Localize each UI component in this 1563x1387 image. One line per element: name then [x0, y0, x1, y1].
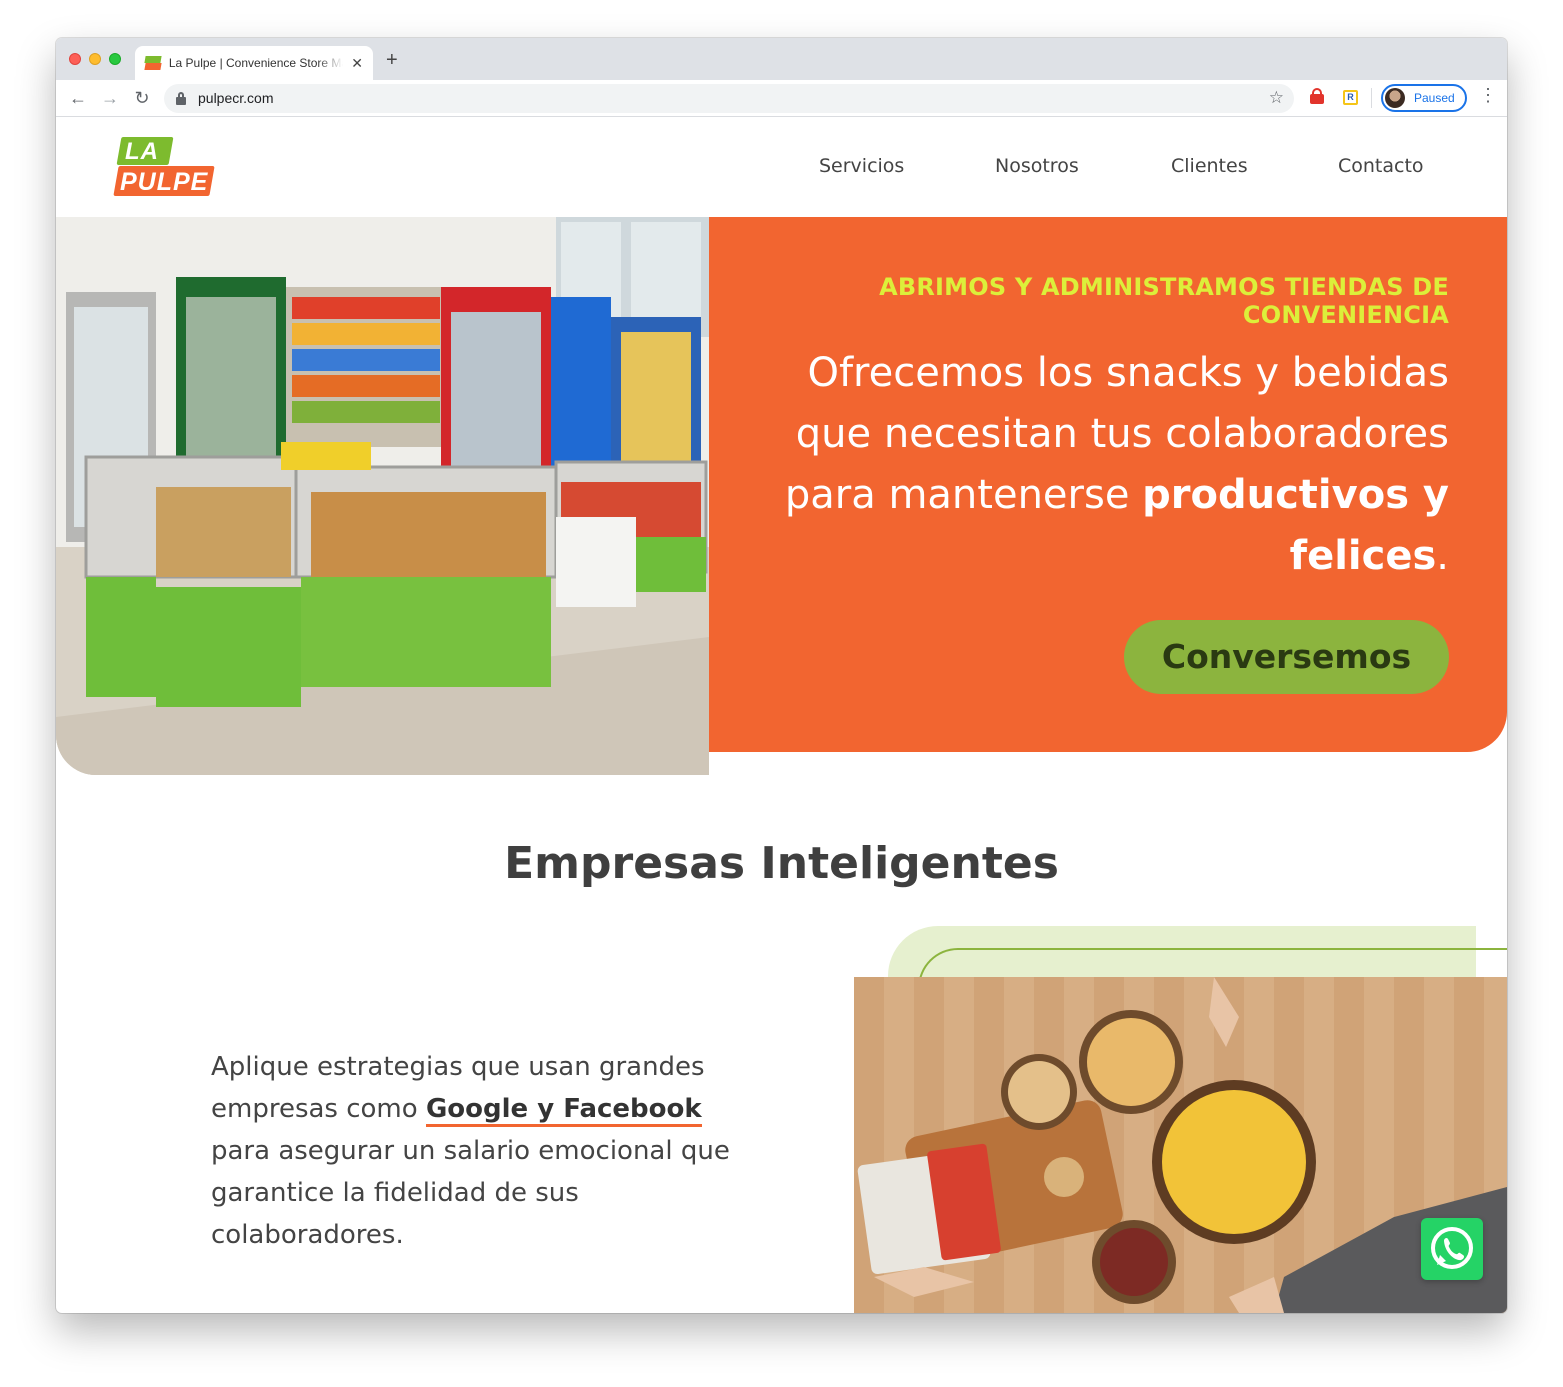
hero-headline-emphasis: productivos y felices: [1142, 472, 1449, 579]
section-title: Empresas Inteligentes: [504, 838, 1059, 889]
new-tab-button[interactable]: +: [386, 50, 398, 70]
nav-link-servicios[interactable]: Servicios: [819, 155, 904, 177]
avatar: [1385, 88, 1405, 108]
toolbar-divider: [1371, 88, 1372, 108]
conversemos-button[interactable]: Conversemos: [1124, 620, 1449, 694]
profile-button[interactable]: Paused: [1381, 84, 1467, 112]
favicon-icon: [145, 56, 161, 70]
nav-link-clientes[interactable]: Clientes: [1171, 155, 1248, 177]
hero-store-photo: [56, 217, 709, 775]
hero-kicker: ABRIMOS Y ADMINISTRAMOS TIENDAS DE CONVE…: [879, 273, 1449, 329]
highlight-google-facebook: Google y Facebook: [425, 1094, 702, 1127]
nav-link-nosotros[interactable]: Nosotros: [995, 155, 1079, 177]
minimize-window-button[interactable]: [89, 53, 101, 65]
forward-arrow-icon[interactable]: →: [98, 87, 122, 109]
tab-close-icon[interactable]: ✕: [351, 56, 363, 70]
tab-title: La Pulpe | Convenience Store Ma: [168, 56, 344, 70]
whatsapp-icon: [1431, 1227, 1473, 1269]
zoom-window-button[interactable]: [109, 53, 121, 65]
hero-panel: ABRIMOS Y ADMINISTRAMOS TIENDAS DE CONVE…: [709, 217, 1507, 752]
browser-tab[interactable]: La Pulpe | Convenience Store Ma ✕: [135, 46, 373, 80]
back-arrow-icon[interactable]: ←: [66, 87, 90, 109]
lock-icon: [176, 92, 186, 105]
profile-status: Paused: [1414, 91, 1455, 105]
browser-toolbar: ← → ↻ pulpecr.com ☆: [56, 80, 1507, 117]
snacks-photo: [854, 977, 1507, 1313]
site-header: LA PULPE Servicios Nosotros Clientes Con…: [56, 117, 1507, 217]
whatsapp-button[interactable]: [1421, 1218, 1483, 1280]
extension-r-icon[interactable]: R: [1343, 90, 1358, 105]
tab-strip: La Pulpe | Convenience Store Ma ✕ +: [56, 38, 1507, 80]
close-window-button[interactable]: [69, 53, 81, 65]
extension-lock-icon[interactable]: [1310, 88, 1324, 106]
browser-menu-icon[interactable]: ⋮: [1479, 86, 1497, 104]
section-body-text: Aplique estrategias que usan grandes emp…: [211, 1052, 730, 1250]
browser-window: La Pulpe | Convenience Store Ma ✕ + ← → …: [56, 38, 1507, 1313]
address-bar[interactable]: pulpecr.com ☆: [164, 84, 1294, 113]
nav-link-contacto[interactable]: Contacto: [1338, 155, 1424, 177]
main-navigation: Servicios Nosotros Clientes Contacto: [56, 155, 1507, 179]
bookmark-star-icon[interactable]: ☆: [1269, 88, 1284, 108]
reload-icon[interactable]: ↻: [130, 87, 154, 109]
hero-headline: Ofrecemos los snacks y bebidas que neces…: [784, 350, 1449, 579]
url-text: pulpecr.com: [198, 90, 274, 106]
